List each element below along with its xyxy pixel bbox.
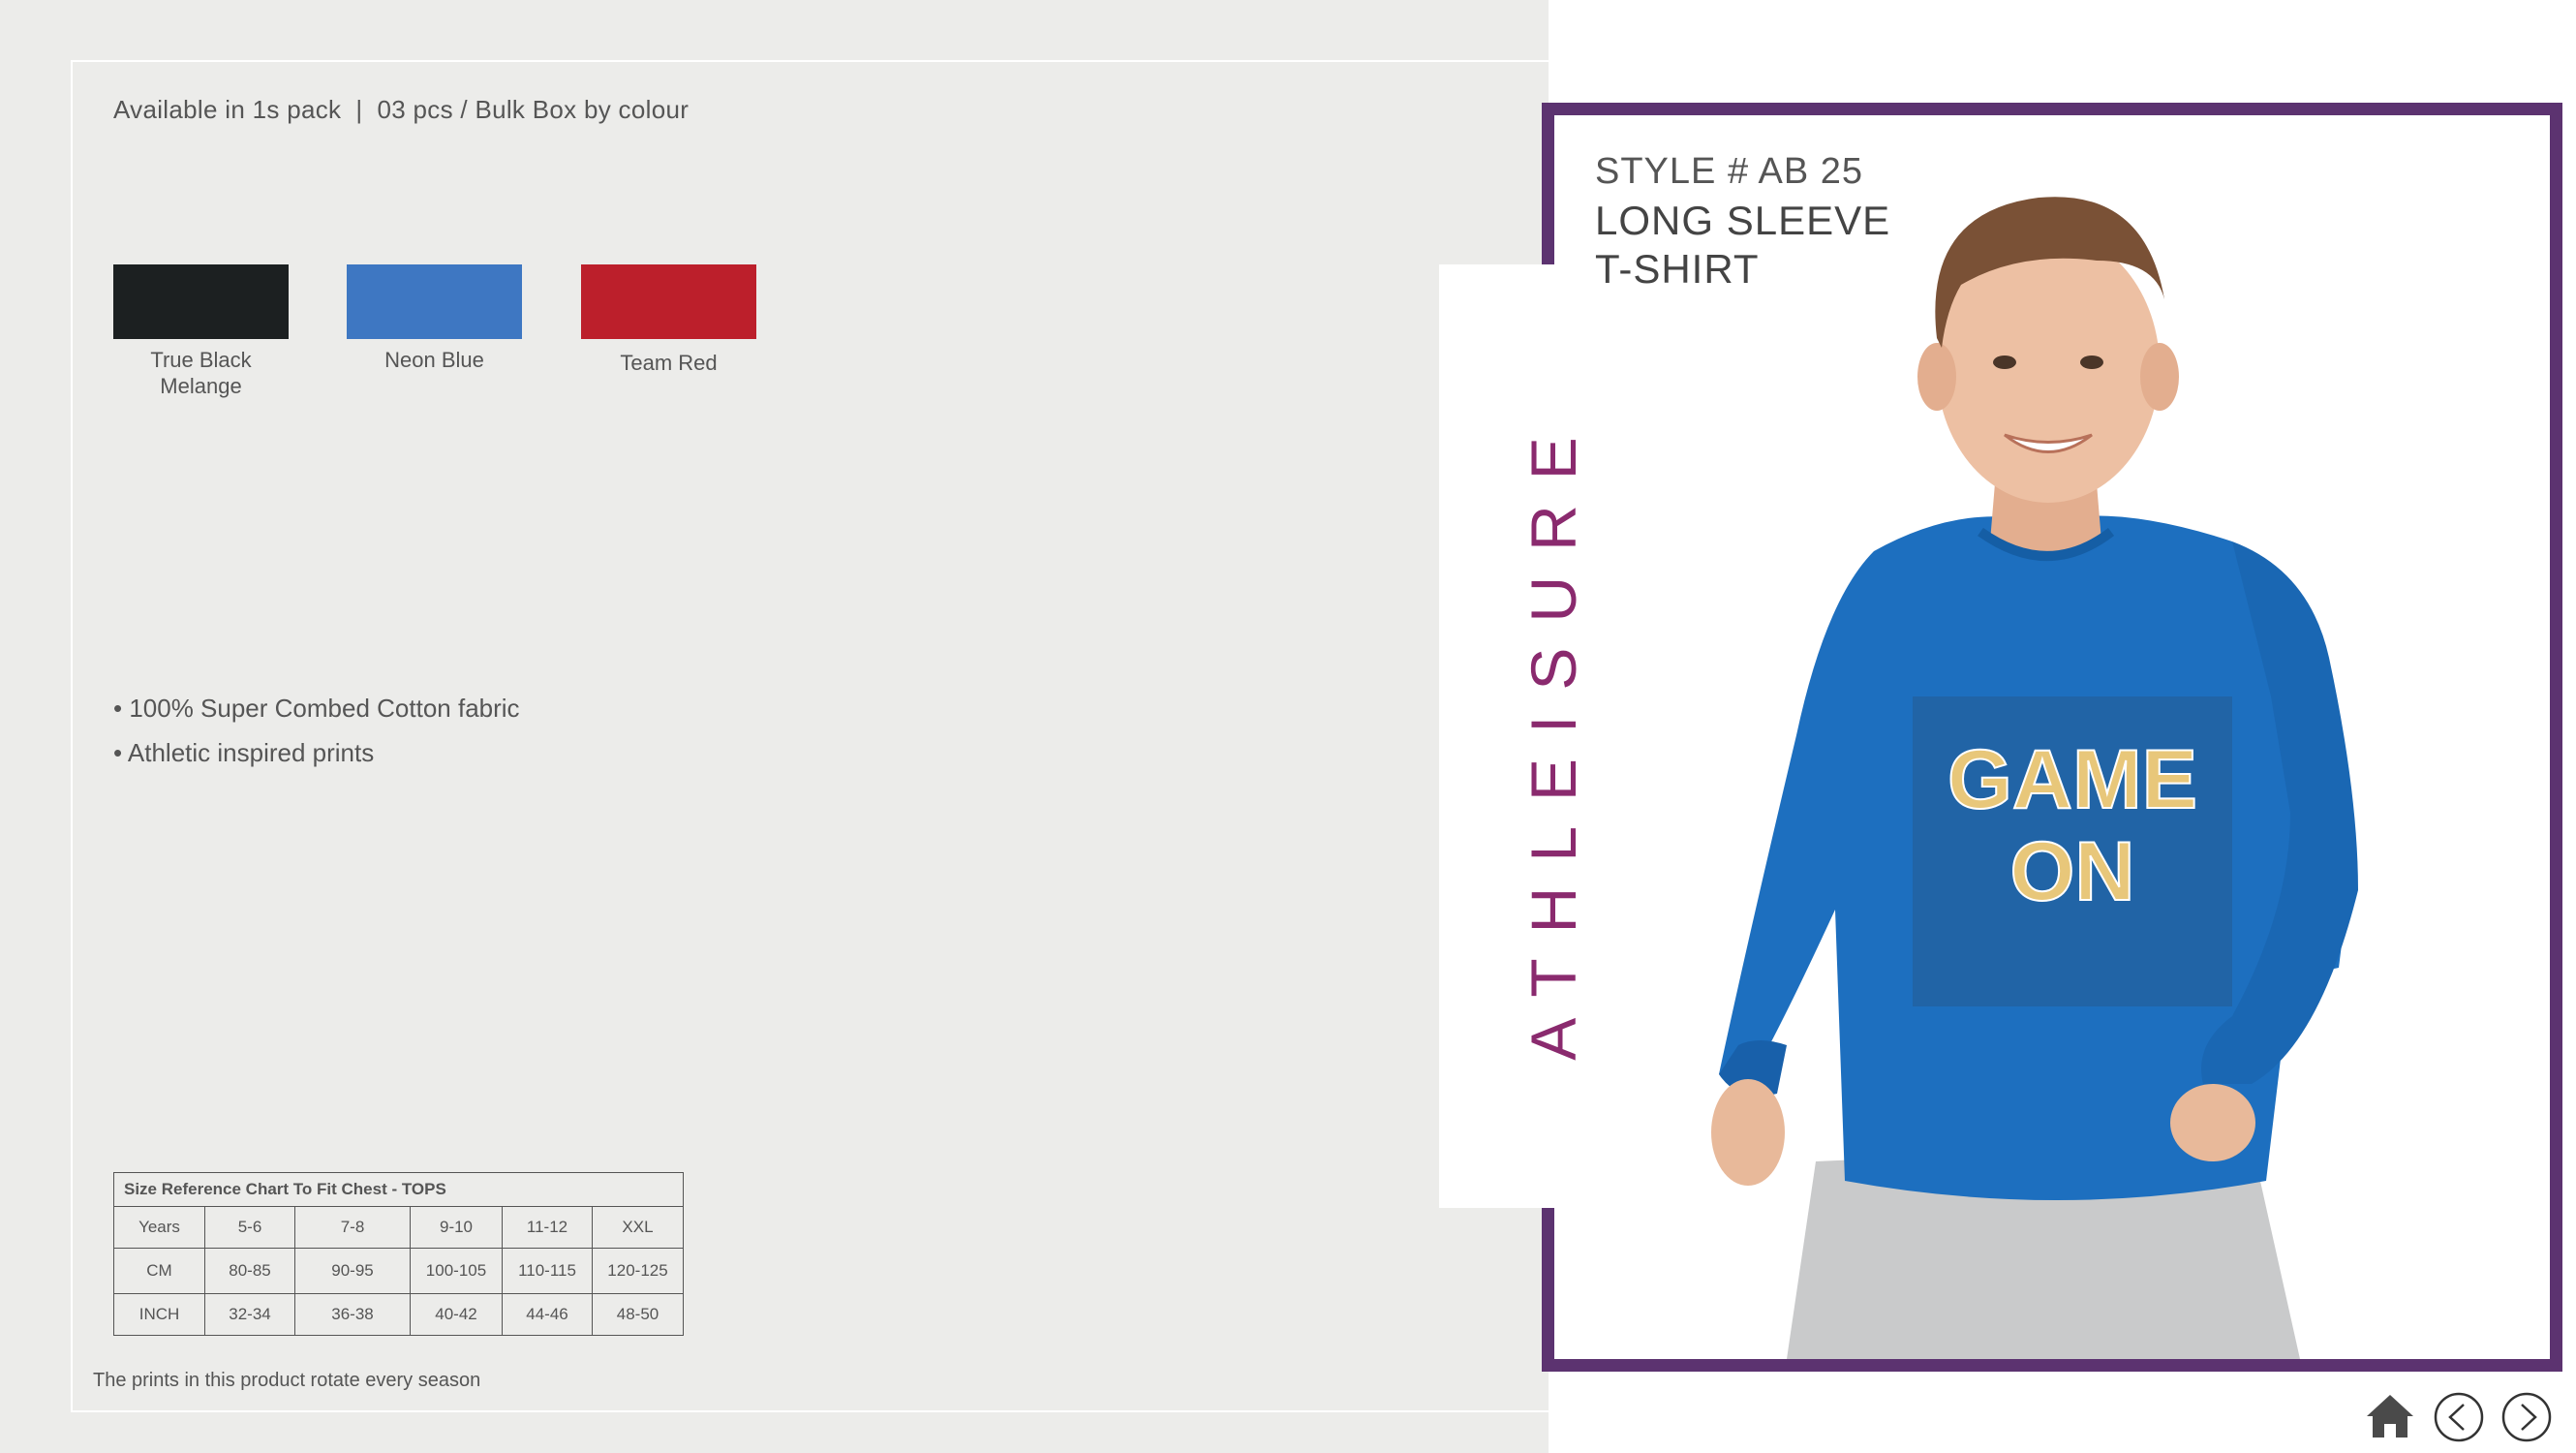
next-button[interactable] xyxy=(2500,1391,2553,1443)
color-swatch-true-black[interactable]: True Black Melange xyxy=(113,264,289,399)
home-icon xyxy=(2367,1395,2413,1438)
product-name-line: T-SHIRT xyxy=(1595,246,1760,292)
color-swatch-neon-blue[interactable]: Neon Blue xyxy=(347,264,522,373)
shirt-print-text: ON xyxy=(2010,825,2135,918)
table-cell: 7-8 xyxy=(294,1206,411,1249)
table-cell: INCH xyxy=(113,1293,205,1336)
size-chart-title: Size Reference Chart To Fit Chest - TOPS xyxy=(113,1172,684,1207)
feature-item: • 100% Super Combed Cotton fabric xyxy=(113,694,520,723)
previous-button[interactable] xyxy=(2433,1391,2485,1443)
table-cell: 80-85 xyxy=(204,1248,295,1294)
shirt-print-text: GAME xyxy=(1947,733,2197,826)
swatch-blue xyxy=(347,264,522,339)
table-cell: 48-50 xyxy=(592,1293,684,1336)
swatch-label: True Black xyxy=(150,348,252,372)
table-cell: 5-6 xyxy=(204,1206,295,1249)
table-cell: 90-95 xyxy=(294,1248,411,1294)
table-cell: 120-125 xyxy=(592,1248,684,1294)
swatch-black xyxy=(113,264,289,339)
table-cell: 9-10 xyxy=(410,1206,503,1249)
table-cell: CM xyxy=(113,1248,205,1294)
previous-icon xyxy=(2434,1392,2484,1442)
table-cell: Years xyxy=(113,1206,205,1249)
feature-item: • Athletic inspired prints xyxy=(113,738,375,767)
feature-list: • 100% Super Combed Cotton fabric • Athl… xyxy=(113,694,520,783)
table-cell: 110-115 xyxy=(502,1248,593,1294)
print-rotation-note: The prints in this product rotate every … xyxy=(93,1370,481,1391)
table-cell: 100-105 xyxy=(410,1248,503,1294)
product-name: LONG SLEEVE T-SHIRT xyxy=(1595,197,1890,294)
product-name-line: LONG SLEEVE xyxy=(1595,198,1891,243)
table-cell: XXL xyxy=(592,1206,684,1249)
swatch-red xyxy=(581,264,756,339)
table-cell: 40-42 xyxy=(410,1293,503,1336)
next-icon xyxy=(2501,1392,2552,1442)
home-button[interactable] xyxy=(2365,1391,2415,1441)
table-cell: 32-34 xyxy=(204,1293,295,1336)
category-label: ATHLEISURE xyxy=(1518,412,1589,1061)
style-number: STYLE # AB 25 xyxy=(1595,151,1864,192)
table-cell: 36-38 xyxy=(294,1293,411,1336)
pack-info: Available in 1s pack | 03 pcs / Bulk Box… xyxy=(113,95,690,124)
swatch-label: Melange xyxy=(160,374,242,398)
color-swatch-team-red[interactable]: Team Red xyxy=(581,264,756,376)
swatch-label: Team Red xyxy=(620,351,718,375)
product-photo: GAME ON xyxy=(1711,197,2358,1359)
size-chart-table: Size Reference Chart To Fit Chest - TOPS… xyxy=(113,1172,684,1336)
table-cell: 44-46 xyxy=(502,1293,593,1336)
table-cell: 11-12 xyxy=(502,1206,593,1249)
swatch-label: Neon Blue xyxy=(384,348,484,372)
